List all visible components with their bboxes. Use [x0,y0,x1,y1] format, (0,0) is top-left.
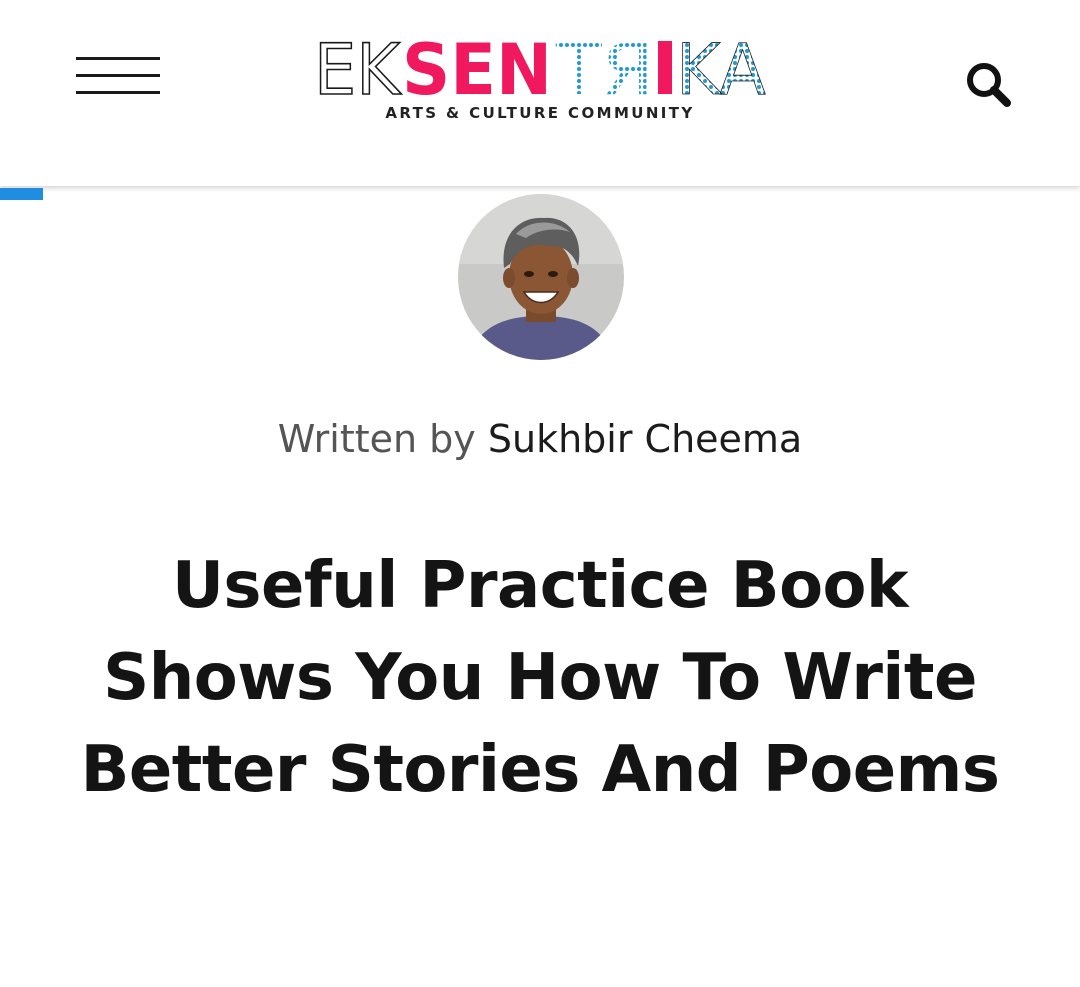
author-avatar-photo [458,194,624,360]
site-logo[interactable]: EK SEN TЯI KA ARTS & CULTURE COMMUNITY [312,30,768,126]
author-name-link[interactable]: Sukhbir Cheema [488,417,802,461]
logo-tagline: ARTS & CULTURE COMMUNITY [385,104,695,122]
logo-letters-tri: TЯI [555,30,676,102]
logo-letters-ka: KA [676,30,766,102]
byline-prefix: Written by [277,417,476,461]
logo-wordmark: EK SEN TЯI KA [313,30,766,102]
site-header: EK SEN TЯI KA ARTS & CULTURE COMMUNITY [0,0,1080,186]
search-icon [967,63,1011,107]
logo-letters-ek: EK [314,30,402,102]
menu-button[interactable] [74,52,162,98]
author-avatar[interactable] [458,194,624,360]
search-button[interactable] [958,56,1018,112]
byline: Written by Sukhbir Cheema [0,413,1080,465]
logo-pink-i-bar [658,41,672,94]
article-title: Useful Practice Book Shows You How To Wr… [80,549,1000,807]
reading-progress-bar [0,188,1080,200]
reading-progress-fill [0,188,44,200]
logo-letters-sen: SEN [402,30,552,102]
